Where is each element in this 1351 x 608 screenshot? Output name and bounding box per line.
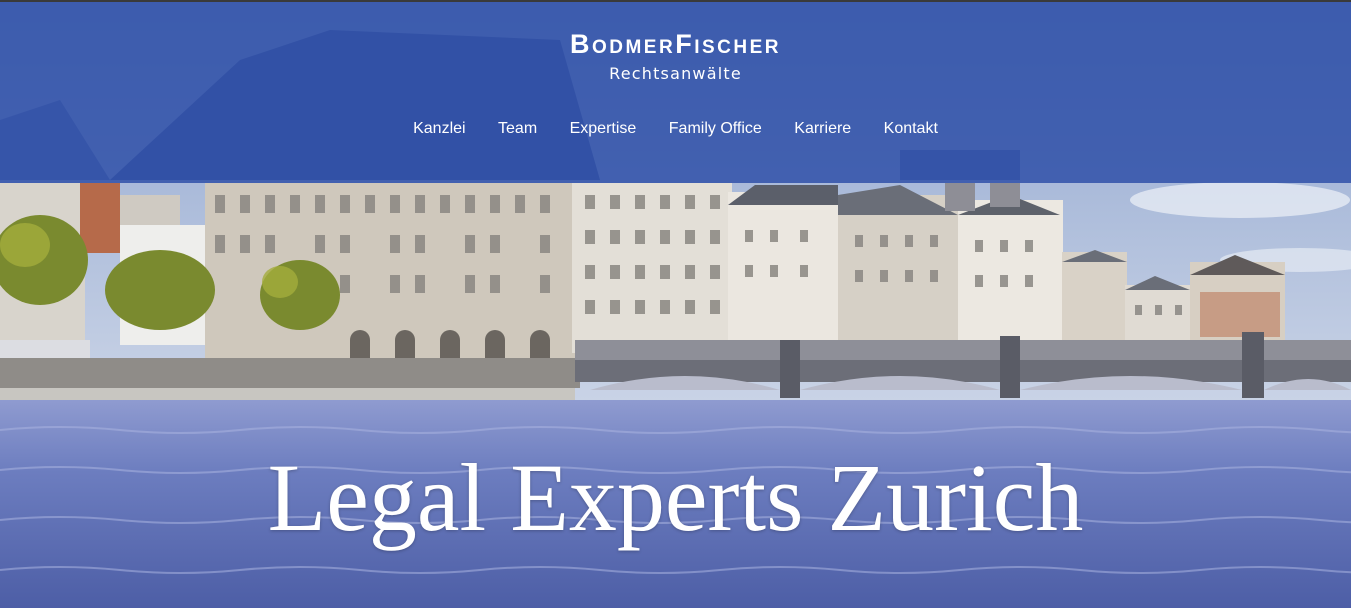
logo-tagline: Rechtsanwälte [609,64,742,83]
nav-item-kanzlei[interactable]: Kanzlei [413,120,465,138]
main-navigation: Kanzlei Team Expertise Family Office Kar… [0,120,1351,138]
nav-item-kontakt[interactable]: Kontakt [884,120,938,138]
nav-item-team[interactable]: Team [498,120,537,138]
logo-brand-name[interactable]: BodmerFischer [0,30,1351,58]
page: BodmerFischer Rechtsanwälte Kanzlei Team… [0,0,1351,608]
site-logo[interactable]: BodmerFischer Rechtsanwälte [0,30,1351,83]
nav-item-expertise[interactable]: Expertise [570,120,637,138]
hero-title: Legal Experts Zurich [267,444,1084,551]
nav-item-karriere[interactable]: Karriere [794,120,851,138]
nav-item-family-office[interactable]: Family Office [669,120,762,138]
